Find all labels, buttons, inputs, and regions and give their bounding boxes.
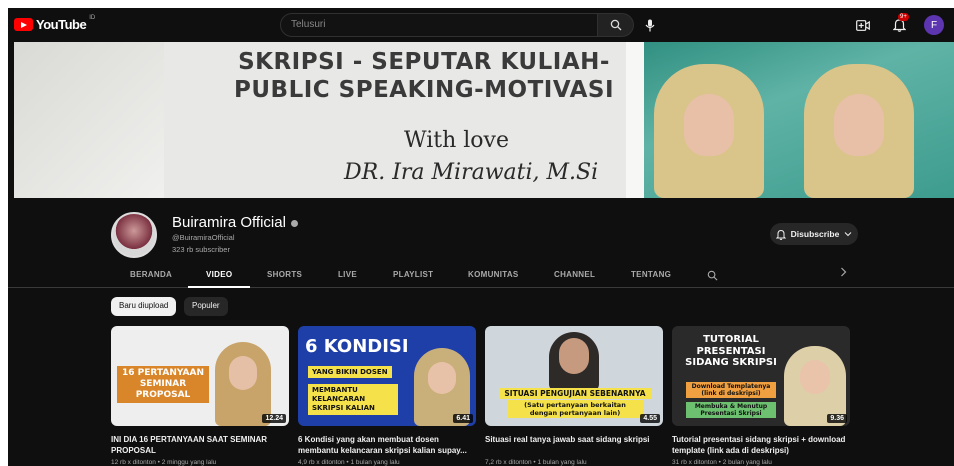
video-thumbnail[interactable]: SITUASI PENGUJIAN SEBENARNYA (Satu perta… — [485, 326, 663, 426]
create-button[interactable] — [852, 14, 874, 36]
tab-komunitas[interactable]: KOMUNITAS — [468, 270, 519, 279]
top-bar: YouTube ID Telusuri 9+ F — [8, 8, 954, 42]
active-tab-indicator — [188, 286, 250, 288]
video-duration: 9.36 — [827, 414, 847, 423]
search-icon — [610, 19, 621, 31]
banner-with-love: With love — [404, 128, 509, 153]
search-input[interactable]: Telusuri — [280, 13, 598, 37]
channel-handle: @BuiramiraOfficial — [172, 233, 235, 242]
bell-icon — [775, 229, 786, 240]
search-button[interactable] — [598, 13, 634, 37]
subscriber-count: 323 rb subscriber — [172, 245, 230, 254]
logo-country-code: ID — [89, 15, 96, 21]
video-card[interactable]: SITUASI PENGUJIAN SEBENARNYA (Satu perta… — [485, 326, 663, 466]
notifications-button[interactable]: 9+ — [888, 13, 910, 36]
banner-headline-line1: SKRIPSI - SEPUTAR KULIAH- — [238, 49, 610, 75]
channel-name-row: Buiramira Official — [172, 214, 298, 231]
subscribed-button[interactable]: Disubscribe — [770, 223, 858, 245]
video-duration: 12.24 — [262, 414, 286, 423]
chip-latest[interactable]: Baru diupload — [111, 297, 177, 316]
banner-signature: DR. Ira Mirawati, M.Si — [344, 160, 599, 185]
thumbnail-text: 16 PERTANYAAN SEMINAR PROPOSAL — [117, 366, 209, 403]
youtube-play-icon — [14, 18, 33, 31]
subscribed-label: Disubscribe — [790, 229, 840, 239]
thumbnail-face — [229, 356, 257, 390]
video-title[interactable]: Situasi real tanya jawab saat sidang skr… — [485, 434, 663, 456]
banner-headline: SKRIPSI - SEPUTAR KULIAH- PUBLIC SPEAKIN… — [234, 48, 614, 104]
video-title[interactable]: Tutorial presentasi sidang skripsi + dow… — [672, 434, 850, 456]
video-create-icon — [856, 19, 870, 31]
tab-live[interactable]: LIVE — [338, 270, 357, 279]
video-card[interactable]: 16 PERTANYAAN SEMINAR PROPOSAL 12.24 INI… — [111, 326, 289, 466]
tab-search-button[interactable] — [707, 268, 718, 286]
banner-portrait-right — [804, 64, 914, 198]
thumbnail-text: 6 KONDISI — [305, 336, 409, 357]
banner-torn-edge — [626, 42, 644, 198]
banner-background-shape — [14, 42, 164, 198]
video-meta: 4,9 rb x ditonton • 1 bulan yang lalu — [298, 459, 400, 466]
video-title[interactable]: INI DIA 16 PERTANYAAN SAAT SEMINAR PROPO… — [111, 434, 289, 456]
notification-badge: 9+ — [898, 13, 909, 21]
banner-portrait-left — [654, 64, 764, 198]
video-card[interactable]: TUTORIAL PRESENTASI SIDANG SKRIPSI Downl… — [672, 326, 850, 466]
video-title[interactable]: 6 Kondisi yang akan membuat dosen memban… — [298, 434, 476, 456]
banner-headline-line2: PUBLIC SPEAKING-MOTIVASI — [234, 77, 614, 103]
video-duration: 4.55 — [640, 414, 660, 423]
channel-name: Buiramira Official — [172, 214, 286, 231]
chevron-right-icon — [841, 267, 847, 277]
thumbnail-subtext-2: Membuka & Menutup Presentasi Skripsi — [686, 402, 776, 418]
tab-tentang[interactable]: TENTANG — [631, 270, 671, 279]
video-meta: 7,2 rb x ditonton • 1 bulan yang lalu — [485, 459, 587, 466]
thumbnail-text: TUTORIAL PRESENTASI SIDANG SKRIPSI — [685, 334, 777, 368]
thumbnail-text: SITUASI PENGUJIAN SEBENARNYA — [499, 388, 651, 399]
video-thumbnail[interactable]: 16 PERTANYAAN SEMINAR PROPOSAL 12.24 — [111, 326, 289, 426]
tab-shorts[interactable]: SHORTS — [267, 270, 302, 279]
search-icon — [707, 270, 718, 281]
thumbnail-subtext-2: MEMBANTU KELANCARAN SKRIPSI KALIAN — [308, 384, 398, 415]
tab-beranda[interactable]: BERANDA — [130, 270, 172, 279]
thumbnail-face — [428, 362, 456, 394]
chip-popular[interactable]: Populer — [184, 297, 228, 316]
tab-video[interactable]: VIDEO — [206, 270, 232, 279]
channel-banner: SKRIPSI - SEPUTAR KULIAH- PUBLIC SPEAKIN… — [14, 42, 954, 198]
channel-avatar[interactable] — [111, 212, 157, 258]
top-right-actions: 9+ F — [852, 13, 944, 36]
voice-search-button[interactable] — [639, 14, 661, 36]
video-duration: 6.41 — [453, 414, 473, 423]
video-card[interactable]: 6 KONDISI YANG BIKIN DOSEN MEMBANTU KELA… — [298, 326, 476, 466]
channel-tabs: BERANDA VIDEO SHORTS LIVE PLAYLIST KOMUN… — [8, 266, 954, 288]
video-thumbnail[interactable]: TUTORIAL PRESENTASI SIDANG SKRIPSI Downl… — [672, 326, 850, 426]
account-avatar[interactable]: F — [924, 15, 944, 35]
thumbnail-subtext-1: YANG BIKIN DOSEN — [308, 366, 392, 378]
tabs-scroll-right-button[interactable] — [840, 267, 847, 280]
youtube-app: YouTube ID Telusuri 9+ F SKRIPSI - SEPUT… — [8, 8, 954, 466]
verified-icon — [290, 219, 298, 227]
tab-channel[interactable]: CHANNEL — [554, 270, 595, 279]
video-meta: 12 rb x ditonton • 2 minggu yang lalu — [111, 459, 217, 466]
logo-text: YouTube — [36, 17, 87, 32]
video-meta: 31 rb x ditonton • 2 bulan yang lalu — [672, 459, 772, 466]
tab-playlist[interactable]: PLAYLIST — [393, 270, 433, 279]
chevron-down-icon — [844, 232, 852, 237]
thumbnail-subtext-1: (Satu pertanyaan berkaitan dengan pertan… — [507, 400, 643, 418]
thumbnail-face — [800, 360, 830, 394]
video-thumbnail[interactable]: 6 KONDISI YANG BIKIN DOSEN MEMBANTU KELA… — [298, 326, 476, 426]
thumbnail-subtext-1: Download Templatenya (link di deskripsi) — [686, 382, 776, 398]
youtube-logo[interactable]: YouTube ID — [14, 15, 96, 32]
thumbnail-face — [559, 338, 589, 374]
microphone-icon — [645, 19, 655, 31]
